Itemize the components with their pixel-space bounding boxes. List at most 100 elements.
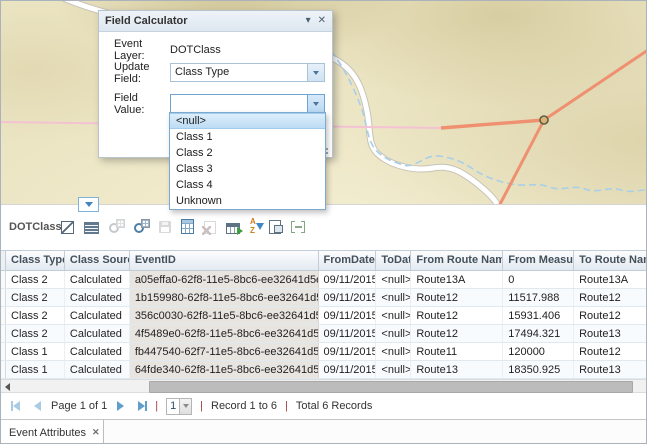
update-field-value: Class Type xyxy=(171,64,307,81)
table-cell: 120000 xyxy=(503,343,574,360)
dropdown-option[interactable]: Class 4 xyxy=(170,177,325,193)
table-cell: 17494.321 xyxy=(503,325,574,342)
zoom-to-selected-icon xyxy=(109,219,124,234)
first-page-button[interactable] xyxy=(11,401,20,411)
table-row[interactable]: Class 2Calculated356c0030-62f8-11e5-8bc6… xyxy=(1,307,647,325)
page-number-dropdown-button[interactable] xyxy=(179,399,191,414)
previous-page-button[interactable] xyxy=(34,401,41,411)
table-cell: 09/11/2015 xyxy=(319,271,377,288)
table-cell: Class 2 xyxy=(6,271,65,288)
table-cell: Class 2 xyxy=(6,325,65,342)
table-cell: 09/11/2015 xyxy=(319,343,377,360)
zoom-to-records-icon[interactable] xyxy=(134,219,149,234)
dropdown-option[interactable]: Unknown xyxy=(170,193,325,209)
save-edits-icon xyxy=(159,221,171,233)
attribute-transfer-icon[interactable] xyxy=(269,220,281,234)
table-row[interactable]: Class 1Calculatedfb447540-62f7-11e5-8bc6… xyxy=(1,343,647,361)
next-page-button[interactable] xyxy=(117,401,124,411)
tab-event-attributes[interactable]: Event Attributes ✕ xyxy=(1,420,104,444)
table-cell: 09/11/2015 xyxy=(319,307,377,324)
show-selected-records-icon[interactable] xyxy=(84,222,99,234)
dropdown-option[interactable]: Class 1 xyxy=(170,129,325,145)
chevron-down-icon xyxy=(183,404,189,408)
route-junction-marker[interactable] xyxy=(540,116,548,124)
horizontal-scrollbar[interactable] xyxy=(1,379,647,393)
field-value-combobox[interactable] xyxy=(170,94,325,113)
page-number-value: 1 xyxy=(167,399,179,414)
close-icon[interactable]: ✕ xyxy=(92,427,100,438)
update-field-dropdown-button[interactable] xyxy=(307,64,324,81)
column-header-from-measure[interactable]: From Measure xyxy=(503,251,574,270)
column-header-to-route-name[interactable]: To Route Name xyxy=(574,251,647,270)
table-cell: Class 2 xyxy=(6,307,65,324)
bottom-tabbar: Event Attributes ✕ xyxy=(1,419,647,444)
sort-records-icon[interactable]: AZ xyxy=(250,219,259,234)
close-icon[interactable]: ✕ xyxy=(318,16,326,26)
event-layer-label: Event Layer: xyxy=(114,38,170,62)
add-records-icon[interactable] xyxy=(226,223,240,234)
column-header-fromdate[interactable]: FromDate xyxy=(319,251,377,270)
event-editor-window: Field Calculator ▾ ✕ Event Layer: DOTCla… xyxy=(0,0,647,444)
collapse-panel-button[interactable] xyxy=(78,197,99,212)
table-row[interactable]: Class 2Calculated4f5489e0-62f8-11e5-8bc6… xyxy=(1,325,647,343)
field-value-dropdown-button[interactable] xyxy=(307,95,324,112)
resize-grip[interactable] xyxy=(326,152,328,154)
center-on-selection-icon[interactable] xyxy=(291,219,306,234)
table-cell: 4f5489e0-62f8-11e5-8bc6-ee32641d5ec9 xyxy=(130,325,319,342)
sort-a-glyph: A xyxy=(250,218,256,226)
chevron-down-icon[interactable]: ▾ xyxy=(306,16,311,26)
route-line-south xyxy=(498,120,544,204)
table-cell: 1b159980-62f8-11e5-8bc6-ee32641d5ec9 xyxy=(130,289,319,306)
table-cell: 15931.406 xyxy=(503,307,574,324)
page-number-combobox[interactable]: 1 xyxy=(166,398,192,415)
select-records-icon[interactable] xyxy=(61,221,74,234)
layer-name-label: DOTClass xyxy=(9,221,62,233)
last-page-button[interactable] xyxy=(138,401,147,411)
toolbar-icons: AZ xyxy=(61,219,316,234)
record-range-label: Record 1 to 6 xyxy=(211,400,277,412)
dialog-titlebar[interactable]: Field Calculator ▾ ✕ xyxy=(99,11,332,32)
table-cell: Route13 xyxy=(574,325,647,342)
scroll-left-arrow-icon[interactable] xyxy=(5,383,10,391)
table-cell: Calculated xyxy=(65,361,130,378)
sort-z-glyph: Z xyxy=(250,227,255,235)
table-cell: Route13 xyxy=(574,361,647,378)
dropdown-option[interactable]: <null> xyxy=(170,113,325,129)
table-cell: Calculated xyxy=(65,343,130,360)
update-field-combobox[interactable]: Class Type xyxy=(170,63,325,82)
table-cell: Calculated xyxy=(65,289,130,306)
dropdown-option[interactable]: Class 3 xyxy=(170,161,325,177)
column-header-todate[interactable]: ToDate xyxy=(376,251,411,270)
table-row[interactable]: Class 1Calculated64fde340-62f8-11e5-8bc6… xyxy=(1,361,647,379)
tab-label: Event Attributes xyxy=(9,427,86,439)
separator: | xyxy=(285,400,288,412)
scrollbar-thumb[interactable] xyxy=(149,381,633,393)
dropdown-option[interactable]: Class 2 xyxy=(170,145,325,161)
column-header-class-type[interactable]: Class Type xyxy=(6,251,65,270)
delete-selected-icon xyxy=(204,221,216,234)
table-cell: Route13A xyxy=(411,271,503,288)
route-line-west xyxy=(441,120,544,128)
column-header-class-source[interactable]: Class Source xyxy=(65,251,130,270)
table-cell: <null> xyxy=(376,325,411,342)
table-row[interactable]: Class 2Calculated1b159980-62f8-11e5-8bc6… xyxy=(1,289,647,307)
column-header-eventid[interactable]: EventID xyxy=(130,251,319,270)
table-body: Class 2Calculateda05effa0-62f8-11e5-8bc6… xyxy=(1,271,647,379)
table-cell: 09/11/2015 xyxy=(319,289,377,306)
table-cell: Route12 xyxy=(574,343,647,360)
table-cell: Route11 xyxy=(411,343,503,360)
column-header-from-route-name[interactable]: From Route Name xyxy=(411,251,503,270)
event-layer-value: DOTClass xyxy=(170,44,221,56)
table-cell: <null> xyxy=(376,361,411,378)
table-cell: Route12 xyxy=(574,307,647,324)
table-cell: <null> xyxy=(376,307,411,324)
table-cell: 11517.988 xyxy=(503,289,574,306)
field-value-current xyxy=(171,95,307,112)
chevron-down-icon xyxy=(313,102,319,106)
table-cell: 64fde340-62f8-11e5-8bc6-ee32641d5ec9 xyxy=(130,361,319,378)
table-cell: Route12 xyxy=(574,289,647,306)
table-cell: Route13 xyxy=(411,361,503,378)
table-cell: <null> xyxy=(376,343,411,360)
field-calculator-icon[interactable] xyxy=(181,219,194,234)
table-row[interactable]: Class 2Calculateda05effa0-62f8-11e5-8bc6… xyxy=(1,271,647,289)
